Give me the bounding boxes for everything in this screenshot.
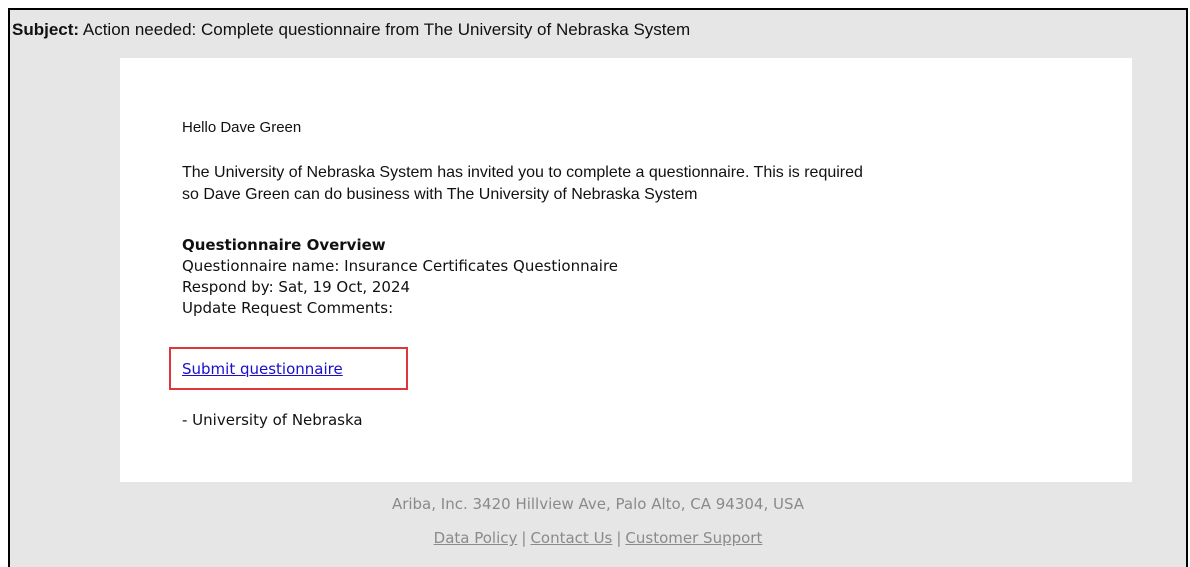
subject-text: Action needed: Complete questionnaire fr… [82, 20, 691, 39]
submit-questionnaire-link[interactable]: Submit questionnaire [182, 360, 343, 378]
email-frame: Subject: Action needed: Complete questio… [8, 8, 1188, 567]
questionnaire-name: Questionnaire name: Insurance Certificat… [182, 257, 619, 275]
signoff: - University of Nebraska [182, 411, 363, 429]
intro-line-1: The University of Nebraska System has in… [182, 164, 863, 181]
intro-paragraph: The University of Nebraska System has in… [182, 162, 1082, 206]
respond-by: Respond by: Sat, 19 Oct, 2024 [182, 278, 411, 296]
intro-line-2: so Dave Green can do business with The U… [182, 186, 698, 203]
footer-separator: | [521, 529, 527, 547]
subject-label: Subject: [12, 20, 80, 39]
customer-support-link[interactable]: Customer Support [625, 529, 762, 547]
footer-separator: | [616, 529, 622, 547]
footer-address: Ariba, Inc. 3420 Hillview Ave, Palo Alto… [391, 495, 805, 513]
email-body-card: Hello Dave Green The University of Nebra… [120, 58, 1132, 482]
greeting: Hello Dave Green [182, 119, 302, 136]
footer-links: Data Policy | Contact Us | Customer Support [10, 529, 1186, 547]
contact-us-link[interactable]: Contact Us [530, 529, 612, 547]
overview-heading: Questionnaire Overview [182, 236, 386, 254]
email-subject: Subject: Action needed: Complete questio… [12, 20, 690, 40]
update-request-comments: Update Request Comments: [182, 299, 394, 317]
questionnaire-overview: Questionnaire Overview Questionnaire nam… [182, 235, 618, 319]
data-policy-link[interactable]: Data Policy [434, 529, 518, 547]
